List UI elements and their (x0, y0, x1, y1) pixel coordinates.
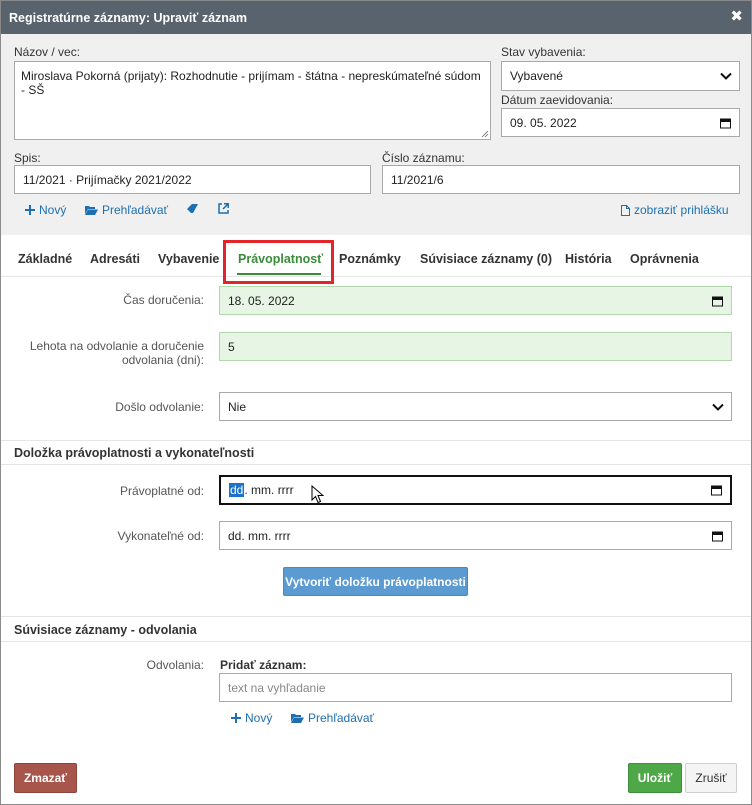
calendar-icon[interactable] (712, 295, 723, 306)
datum-input[interactable]: 09. 05. 2022 (501, 108, 740, 137)
highlight-annotation (223, 240, 334, 284)
tab-bar: Základné Adresáti Vybavenie Právoplatnos… (1, 235, 751, 277)
close-icon[interactable]: ✖ (730, 8, 743, 26)
odvolania-prehladavat-link[interactable]: Prehľadávať (291, 711, 374, 725)
chevron-down-icon (720, 72, 732, 80)
mouse-cursor-icon (311, 485, 324, 504)
nazov-value: Miroslava Pokorná (prijaty): Rozhodnutie… (21, 69, 481, 97)
lehota-label: Lehota na odvolanie a doručenie odvolani… (29, 339, 204, 367)
datum-label: Dátum zaevidovania: (501, 93, 614, 107)
eraser-icon (187, 204, 198, 213)
vytvorit-dolozku-button[interactable]: Vytvoriť doložku právoplatnosti (283, 567, 468, 596)
tab-zakladne[interactable]: Základné (18, 252, 72, 266)
cas-dorucenia-label: Čas doručenia: (123, 293, 204, 307)
pravoplatne-od-input[interactable]: dd. mm. rrrr (219, 475, 732, 505)
search-input[interactable]: text na vyhľadanie (219, 673, 732, 702)
calendar-icon[interactable] (720, 117, 731, 128)
tab-poznamky[interactable]: Poznámky (339, 252, 401, 266)
plus-icon (25, 205, 35, 215)
tab-historia[interactable]: História (565, 252, 612, 266)
tab-vybavenie[interactable]: Vybavenie (158, 252, 219, 266)
pravoplatne-od-label: Právoplatné od: (119, 484, 204, 498)
edit-record-dialog: Registratúrne záznamy: Upraviť záznam ✖ … (0, 0, 752, 805)
vykonatelne-od-value: dd. mm. rrrr (228, 528, 291, 543)
tab-opravnenia[interactable]: Oprávnenia (630, 252, 699, 266)
external-link-button[interactable] (218, 203, 229, 214)
odvolania-novy-link[interactable]: Nový (231, 711, 272, 725)
tab-suvisiace-zaznamy[interactable]: Súvisiace záznamy (0) (420, 252, 552, 266)
vykonatelne-od-label: Vykonateľné od: (117, 529, 204, 543)
folder-open-icon (85, 206, 98, 215)
resize-grip-icon[interactable] (481, 130, 489, 138)
divider (1, 440, 751, 441)
calendar-icon[interactable] (711, 485, 722, 496)
folder-open-icon (291, 714, 304, 723)
datum-value: 09. 05. 2022 (510, 115, 577, 130)
external-link-icon (218, 203, 229, 214)
tab-adresati[interactable]: Adresáti (90, 252, 140, 266)
doslo-odvolanie-value: Nie (228, 399, 247, 414)
spis-label: Spis: (14, 151, 41, 165)
plus-icon (231, 713, 241, 723)
dialog-titlebar: Registratúrne záznamy: Upraviť záznam ✖ (1, 1, 751, 34)
cislo-label: Číslo záznamu: (382, 151, 465, 165)
dialog-title: Registratúrne záznamy: Upraviť záznam (9, 11, 248, 25)
divider (1, 641, 751, 642)
suvisiace-section-title: Súvisiace záznamy - odvolania (14, 623, 197, 637)
cislo-value: 11/2021/6 (391, 172, 444, 187)
record-header: Názov / vec: Miroslava Pokorná (prijaty)… (1, 34, 751, 235)
lehota-value: 5 (228, 339, 235, 354)
zmazat-button[interactable]: Zmazať (14, 763, 77, 793)
lehota-input[interactable]: 5 (219, 332, 732, 361)
zobrazit-prihlasku-link[interactable]: zobraziť prihlášku (621, 203, 729, 217)
stav-value: Vybavené (510, 69, 563, 83)
pridat-zaznam-label: Pridať záznam: (220, 658, 307, 672)
spis-input[interactable]: 11/2021 · Prijímačky 2021/2022 (14, 165, 371, 194)
divider (1, 464, 751, 465)
nazov-label: Názov / vec: (14, 45, 81, 59)
spis-prehladavat-link[interactable]: Prehľadávať (85, 203, 168, 217)
odvolania-label: Odvolania: (146, 658, 204, 672)
calendar-icon[interactable] (712, 530, 723, 541)
stav-label: Stav vybavenia: (501, 45, 586, 59)
doslo-odvolanie-label: Došlo odvolanie: (115, 400, 204, 414)
spis-value: 11/2021 · Prijímačky 2021/2022 (23, 172, 192, 187)
file-icon (621, 204, 630, 216)
day-segment-selected[interactable]: dd (229, 483, 245, 497)
vykonatelne-od-input[interactable]: dd. mm. rrrr (219, 521, 732, 550)
cislo-input[interactable]: 11/2021/6 (382, 165, 740, 194)
nazov-textarea[interactable]: Miroslava Pokorná (prijaty): Rozhodnutie… (14, 61, 491, 140)
divider (1, 616, 751, 617)
chevron-down-icon (712, 403, 724, 411)
zrusit-button[interactable]: Zrušiť (685, 763, 737, 793)
eraser-button[interactable] (186, 204, 200, 214)
search-placeholder: text na vyhľadanie (228, 680, 326, 695)
dolozka-section-title: Doložka právoplatnosti a vykonateľnosti (14, 446, 255, 460)
cas-dorucenia-value: 18. 05. 2022 (228, 293, 295, 308)
ulozit-button[interactable]: Uložiť (628, 763, 682, 793)
stav-select[interactable]: Vybavené (501, 61, 740, 91)
spis-novy-link[interactable]: Nový (25, 203, 66, 217)
cas-dorucenia-input[interactable]: 18. 05. 2022 (219, 286, 732, 315)
doslo-odvolanie-select[interactable]: Nie (219, 392, 732, 421)
